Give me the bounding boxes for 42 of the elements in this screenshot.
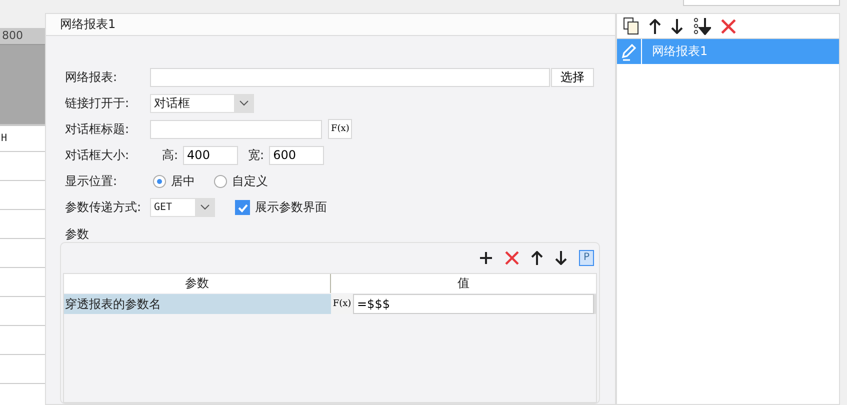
field-label: 显示位置:	[65, 172, 118, 190]
height-field[interactable]: 400	[183, 146, 238, 164]
height-label: 高:	[162, 146, 178, 164]
chevron-down-icon	[200, 204, 210, 210]
table-cell[interactable]: 穿透报表的参数名	[64, 294, 331, 314]
column-header: 参数	[64, 274, 331, 293]
width-label: 宽:	[248, 146, 264, 164]
arrow-up-icon[interactable]	[531, 251, 543, 265]
arrow-up-icon[interactable]	[649, 18, 661, 34]
pencil-icon	[620, 42, 638, 60]
text-field[interactable]	[683, 0, 840, 6]
add-icon[interactable]	[479, 251, 493, 265]
dialog-title-field[interactable]	[150, 120, 322, 138]
select-button[interactable]: 选择	[551, 68, 594, 86]
parameter-button[interactable]: P	[579, 250, 594, 266]
field-label: 链接打开于:	[65, 94, 130, 112]
show-params-checkbox[interactable]: 展示参数界面	[235, 198, 327, 216]
copy-icon[interactable]	[623, 17, 639, 35]
arrow-down-icon[interactable]	[671, 18, 683, 34]
width-field[interactable]: 600	[269, 146, 324, 164]
column-header: 值	[456, 275, 470, 292]
field-label: 网络报表:	[65, 68, 118, 86]
open-in-dropdown[interactable]: 对话框	[150, 94, 254, 112]
field-label: 对话框标题:	[65, 120, 130, 138]
move-bottom-icon[interactable]	[693, 17, 711, 35]
value-field[interactable]: =$$$	[353, 294, 594, 314]
ruler-label: 800	[2, 29, 23, 42]
section-title: 参数	[65, 227, 89, 241]
arrow-down-icon[interactable]	[555, 251, 567, 265]
formula-button[interactable]: F(x)	[328, 119, 352, 139]
column-header: H	[1, 133, 8, 144]
chevron-down-icon	[238, 100, 248, 106]
delete-icon[interactable]	[721, 18, 736, 34]
report-field[interactable]	[150, 68, 550, 86]
radio-option[interactable]: 自定义	[214, 172, 268, 190]
field-label: 参数传递方式:	[65, 198, 142, 216]
field-label: 对话框大小:	[65, 146, 130, 164]
formula-button[interactable]: F(x)	[331, 294, 353, 314]
dialog-title: 网络报表1	[60, 16, 116, 33]
radio-option[interactable]: 居中	[153, 172, 195, 190]
delete-icon[interactable]	[505, 251, 519, 265]
method-dropdown[interactable]: GET	[150, 198, 215, 216]
